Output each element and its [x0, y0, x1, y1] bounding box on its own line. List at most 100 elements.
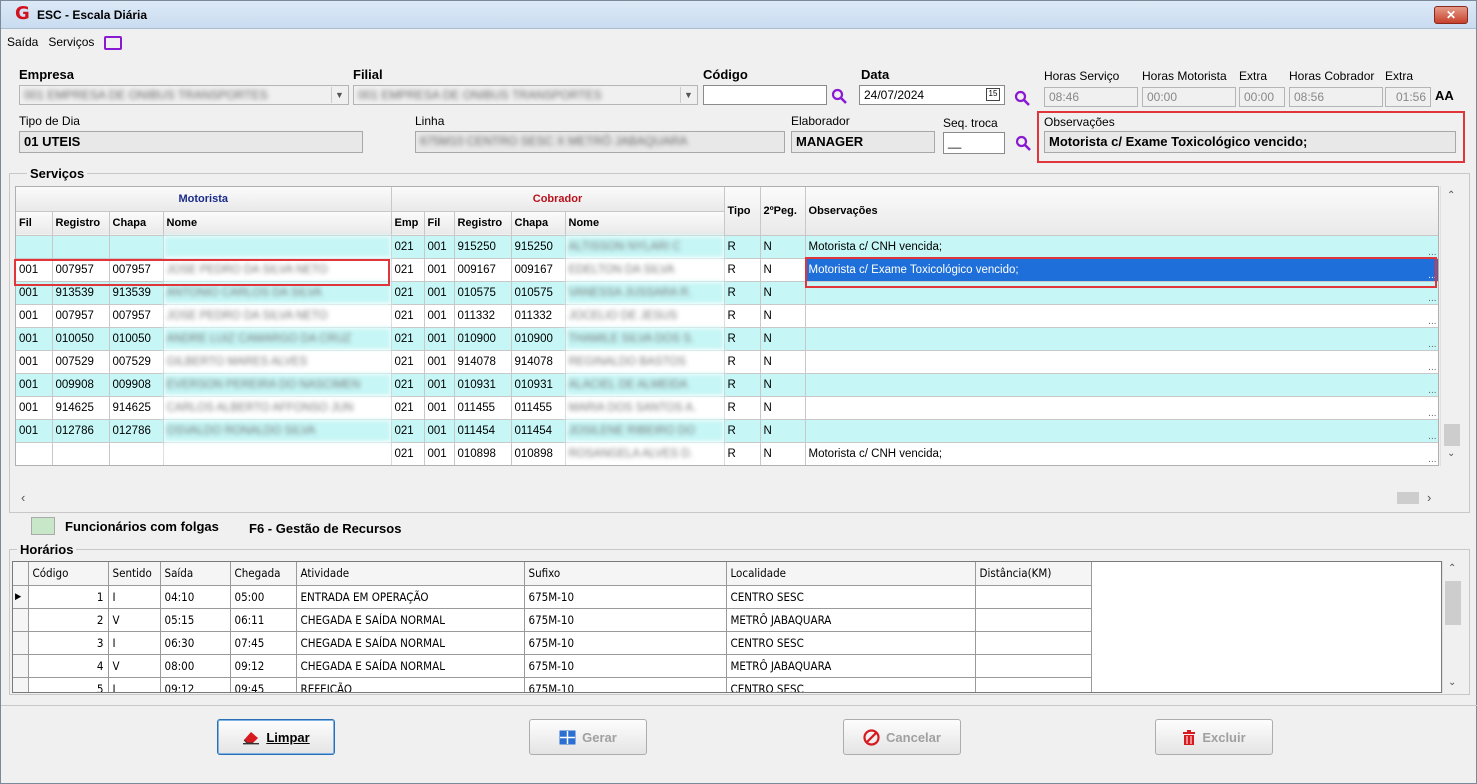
- seq-troca-input[interactable]: __: [943, 132, 1005, 154]
- cell-cfil[interactable]: 001: [424, 258, 455, 282]
- cell-nome[interactable]: CARLOS ALBERTO AFFONSO JUN: [163, 396, 392, 420]
- cell-emp[interactable]: 021: [391, 442, 425, 465]
- cell-tipo[interactable]: R: [724, 258, 761, 282]
- servicos-grid[interactable]: Motorista Cobrador Tipo 2ºPeg. Observaçõ…: [15, 186, 1439, 466]
- cell-localidade[interactable]: METRÔ JABAQUARA: [726, 608, 976, 632]
- col-emp[interactable]: Emp: [391, 211, 425, 236]
- cell-nome[interactable]: GILBERTO MARES ALVES: [163, 350, 392, 374]
- cell-fil[interactable]: 001: [16, 419, 53, 443]
- cell-cfil[interactable]: 001: [424, 396, 455, 420]
- table-row[interactable]: 021 001 915250 915250 ALTISSON NYLARI C R N Mot…: [16, 235, 1438, 259]
- cell-cfil[interactable]: 001: [424, 304, 455, 328]
- current-row-arrow-icon[interactable]: ▶: [13, 585, 29, 609]
- cell-tipo[interactable]: R: [724, 304, 761, 328]
- cell-cnome[interactable]: MARIA DOS SANTOS A.: [565, 396, 725, 420]
- cell-emp[interactable]: 021: [391, 304, 425, 328]
- cell-nome[interactable]: [163, 442, 392, 465]
- col-chapa[interactable]: Chapa: [109, 211, 164, 236]
- calendar-icon[interactable]: 15: [986, 88, 1000, 101]
- ellipsis-button[interactable]: ...: [1428, 454, 1436, 465]
- cell-cchapa[interactable]: 010898: [511, 442, 566, 465]
- cell-cnome[interactable]: VANESSA JUSSARA R.: [565, 281, 725, 305]
- cell-nome[interactable]: JOSE PEDRO DA SILVA NETO: [163, 304, 392, 328]
- cell-registro[interactable]: 010050: [52, 327, 110, 351]
- cell-peg[interactable]: N: [760, 442, 806, 465]
- table-row[interactable]: 021 001 010898 010898 ROSANGELA ALVES D. R N Mo…: [16, 442, 1438, 465]
- cell-sentido[interactable]: V: [108, 654, 161, 678]
- cell-tipo[interactable]: R: [724, 373, 761, 397]
- cell-cchapa[interactable]: 011454: [511, 419, 566, 443]
- cell-obs[interactable]: Motorista c/ CNH vencida;...: [805, 235, 1438, 259]
- cell-chegada[interactable]: 07:45: [230, 631, 297, 655]
- cell-registro[interactable]: 914625: [52, 396, 110, 420]
- cell-atividade[interactable]: CHEGADA E SAÍDA NORMAL: [296, 608, 525, 632]
- cell-fil[interactable]: 001: [16, 396, 53, 420]
- horarios-vscroll[interactable]: ⌃ ⌄: [1442, 561, 1462, 693]
- cell-fil[interactable]: 001: [16, 327, 53, 351]
- cell-fil[interactable]: 001: [16, 304, 53, 328]
- cell-distancia[interactable]: [975, 654, 1092, 678]
- cell-emp[interactable]: 021: [391, 373, 425, 397]
- cell-localidade[interactable]: CENTRO SESC: [726, 631, 976, 655]
- cell-cchapa[interactable]: 010900: [511, 327, 566, 351]
- ellipsis-button[interactable]: ...: [1428, 316, 1436, 327]
- cell-peg[interactable]: N: [760, 281, 806, 305]
- cell-emp[interactable]: 021: [391, 235, 425, 259]
- cell-creg[interactable]: 009167: [454, 258, 512, 282]
- table-row[interactable]: 001 012786 012786 OSVALDO RONALDO SILVA 021 0…: [16, 419, 1438, 443]
- cell-obs[interactable]: Motorista c/ CNH vencida;...: [805, 442, 1438, 465]
- cell-cfil[interactable]: 001: [424, 419, 455, 443]
- close-button[interactable]: ✕: [1434, 6, 1468, 24]
- cell-peg[interactable]: N: [760, 373, 806, 397]
- col-sufixo[interactable]: Sufixo: [524, 562, 727, 586]
- cell-cchapa[interactable]: 010575: [511, 281, 566, 305]
- search-icon[interactable]: [1015, 135, 1031, 151]
- cell-nome[interactable]: OSVALDO RONALDO SILVA: [163, 419, 392, 443]
- cell-chapa[interactable]: 012786: [109, 419, 164, 443]
- cell-saida[interactable]: 05:15: [160, 608, 231, 632]
- cell-cchapa[interactable]: 010931: [511, 373, 566, 397]
- chevron-down-icon[interactable]: ⌄: [1448, 677, 1456, 688]
- ellipsis-button[interactable]: ...: [1428, 247, 1436, 258]
- cell-cfil[interactable]: 001: [424, 350, 455, 374]
- cell-atividade[interactable]: CHEGADA E SAÍDA NORMAL: [296, 631, 525, 655]
- cell-cnome[interactable]: ALTISSON NYLARI C: [565, 235, 725, 259]
- cell-codigo[interactable]: 1: [28, 585, 109, 609]
- ellipsis-button[interactable]: ...: [1428, 385, 1436, 396]
- cell-peg[interactable]: N: [760, 235, 806, 259]
- chevron-down-icon[interactable]: ▼: [331, 87, 347, 103]
- cell-cnome[interactable]: ALACIEL DE ALMEIDA: [565, 373, 725, 397]
- cell-obs[interactable]: ...: [805, 373, 1438, 397]
- cell-tipo[interactable]: R: [724, 281, 761, 305]
- cell-cchapa[interactable]: 011455: [511, 396, 566, 420]
- table-row[interactable]: 001 010050 010050 ANDRE LUIZ CAMARGO DA CRU…: [16, 327, 1438, 351]
- cell-obs[interactable]: ...: [805, 327, 1438, 351]
- cell-nome[interactable]: EVERSON PEREIRA DO NASCIMEN: [163, 373, 392, 397]
- monitor-icon[interactable]: [104, 36, 123, 50]
- cancelar-button[interactable]: Cancelar: [843, 719, 961, 755]
- cell-obs[interactable]: ...: [805, 304, 1438, 328]
- cell-cnome[interactable]: REGINALDO BASTOS: [565, 350, 725, 374]
- cell-tipo[interactable]: R: [724, 327, 761, 351]
- cell-peg[interactable]: N: [760, 396, 806, 420]
- cell-registro[interactable]: [52, 235, 110, 259]
- cell-sufixo[interactable]: 675M-10: [524, 677, 727, 692]
- cell-cfil[interactable]: 001: [424, 235, 455, 259]
- cell-saida[interactable]: 08:00: [160, 654, 231, 678]
- cell-sufixo[interactable]: 675M-10: [524, 608, 727, 632]
- servicos-hscroll[interactable]: ‹ ›: [15, 488, 1441, 508]
- cell-registro[interactable]: 007529: [52, 350, 110, 374]
- cell-localidade[interactable]: METRÔ JABAQUARA: [726, 654, 976, 678]
- cell-chapa[interactable]: 009908: [109, 373, 164, 397]
- cell-fil[interactable]: [16, 442, 53, 465]
- cell-fil[interactable]: 001: [16, 350, 53, 374]
- cell-obs[interactable]: ...: [805, 396, 1438, 420]
- cell-creg[interactable]: 011332: [454, 304, 512, 328]
- menu-servicos[interactable]: Serviços: [48, 35, 94, 49]
- table-row[interactable]: 5 I 09:12 09:45 REFEIÇÃO 675M-10 CENTRO SESC: [13, 677, 1092, 692]
- filial-combo[interactable]: 001 EMPRESA DE ONIBUS TRANSPORTES ▼: [353, 85, 698, 105]
- hscroll-thumb[interactable]: [1397, 492, 1419, 504]
- cell-saida[interactable]: 09:12: [160, 677, 231, 692]
- cell-saida[interactable]: 06:30: [160, 631, 231, 655]
- ellipsis-button[interactable]: ...: [1428, 339, 1436, 350]
